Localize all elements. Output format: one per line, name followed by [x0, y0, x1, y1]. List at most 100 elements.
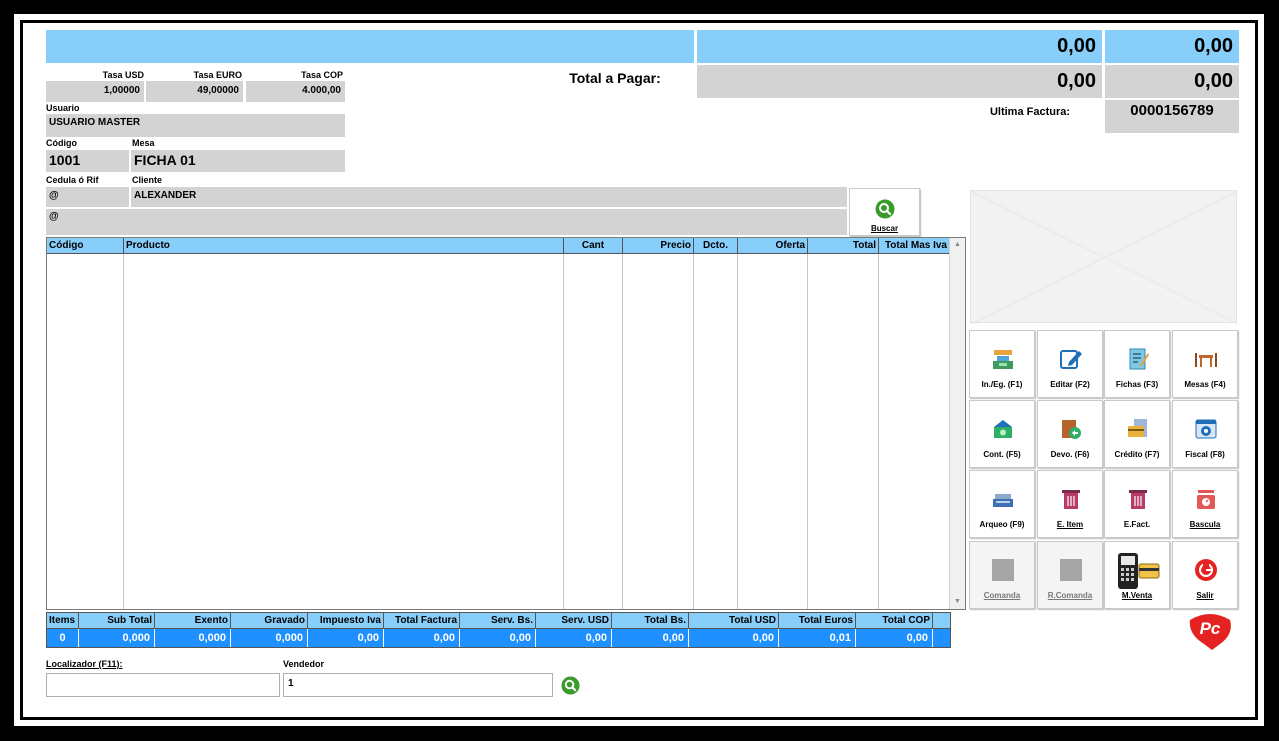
sale-mode-label: M.Venta — [1121, 591, 1153, 600]
cont-button[interactable]: Cont. (F5) — [969, 400, 1035, 468]
rate-cop-value: 4.000,00 — [246, 81, 345, 102]
fiscal-gear-icon — [1195, 419, 1217, 439]
return-button[interactable]: Devo. (F6) — [1037, 400, 1103, 468]
summary-invoice-total-value: 0,00 — [384, 629, 460, 647]
exit-icon — [1195, 559, 1217, 581]
table-label: Mesa — [132, 138, 155, 148]
client-name-field[interactable]: ALEXANDER — [131, 187, 847, 207]
summary-total-usd-value: 0,00 — [689, 629, 779, 647]
scale-button[interactable]: Bascula — [1172, 470, 1238, 538]
rate-usd-value: 1,00000 — [46, 81, 144, 102]
image-placeholder-icon — [971, 191, 1238, 324]
col-discount[interactable]: Dcto. — [694, 238, 738, 254]
cash-register-icon — [993, 350, 1013, 369]
reprint-order-button[interactable]: R.Comanda — [1037, 541, 1103, 609]
money-icon — [994, 420, 1012, 438]
tables-label: Mesas (F4) — [1184, 380, 1226, 389]
summary-subtotal-value: 0,000 — [79, 629, 155, 647]
product-grid-header: Código Producto Cant Precio Dcto. Oferta… — [47, 238, 950, 254]
order-button[interactable]: Comanda — [969, 541, 1035, 609]
scale-label: Bascula — [1189, 520, 1221, 529]
col-total-iva[interactable]: Total Mas Iva — [879, 238, 950, 254]
search-client-button[interactable]: Buscar — [849, 188, 920, 236]
scroll-down-arrow[interactable]: ▼ — [950, 595, 965, 609]
summary-bar: Items Sub Total Exento Gravado Impuesto … — [46, 612, 951, 648]
cash-in-out-button[interactable]: In./Eg. (F1) — [969, 330, 1035, 398]
pos-terminal-icon — [1118, 553, 1160, 589]
clipboard-icon — [1129, 348, 1149, 370]
return-label: Devo. (F6) — [1050, 450, 1090, 459]
rate-euro-label: Tasa EURO — [193, 70, 242, 80]
fiscal-button[interactable]: Fiscal (F8) — [1172, 400, 1238, 468]
trash-item-icon — [1062, 490, 1080, 509]
seller-label: Vendedor — [283, 659, 325, 669]
summary-subtotal-header: Sub Total — [79, 613, 155, 629]
trash-invoice-icon — [1129, 490, 1147, 509]
exit-button[interactable]: Salir — [1172, 541, 1238, 609]
product-grid[interactable]: Código Producto Cant Precio Dcto. Oferta… — [46, 237, 966, 610]
cash-count-button[interactable]: Arqueo (F9) — [969, 470, 1035, 538]
col-offer[interactable]: Oferta — [738, 238, 808, 254]
client-address-field[interactable]: @ — [46, 209, 847, 235]
seller-input[interactable]: 1 — [283, 673, 553, 697]
summary-serv-bs-header: Serv. Bs. — [460, 613, 536, 629]
col-total[interactable]: Total — [808, 238, 879, 254]
code-field[interactable]: 1001 — [46, 150, 129, 172]
exit-label: Salir — [1196, 591, 1214, 600]
tables-button[interactable]: Mesas (F4) — [1172, 330, 1238, 398]
last-invoice-label: Ultima Factura: — [989, 106, 1071, 118]
edit-button[interactable]: Editar (F2) — [1037, 330, 1103, 398]
col-code[interactable]: Código — [47, 238, 124, 254]
cash-count-label: Arqueo (F9) — [979, 520, 1025, 529]
order-label: Comanda — [983, 591, 1021, 600]
summary-taxed-value: 0,000 — [231, 629, 308, 647]
search-icon — [875, 199, 895, 219]
client-name-label: Cliente — [132, 175, 163, 185]
delete-invoice-button[interactable]: E.Fact. — [1104, 470, 1170, 538]
col-qty[interactable]: Cant — [564, 238, 623, 254]
rate-usd-label: Tasa USD — [102, 70, 144, 80]
summary-total-euros-value: 0,01 — [779, 629, 856, 647]
col-product[interactable]: Producto — [124, 238, 564, 254]
cash-in-out-label: In./Eg. (F1) — [981, 380, 1023, 389]
summary-items-header: Items — [47, 613, 79, 629]
locator-input[interactable] — [46, 673, 280, 697]
register-count-icon — [993, 494, 1013, 507]
rate-cop-label: Tasa COP — [301, 70, 343, 80]
summary-total-usd-header: Total USD — [689, 613, 779, 629]
fiscal-label: Fiscal (F8) — [1185, 450, 1225, 459]
edit-icon — [1060, 350, 1082, 369]
delete-item-button[interactable]: E. Item — [1037, 470, 1103, 538]
reprint-order-label: R.Comanda — [1047, 591, 1093, 600]
user-label: Usuario — [46, 103, 80, 113]
pc-logo: Pc — [1186, 612, 1234, 650]
tickets-button[interactable]: Fichas (F3) — [1104, 330, 1170, 398]
summary-iva-header: Impuesto Iva — [308, 613, 384, 629]
summary-iva-value: 0,00 — [308, 629, 384, 647]
delete-item-label: E. Item — [1056, 520, 1084, 529]
header-band — [46, 30, 694, 63]
seller-search-icon[interactable] — [561, 676, 580, 695]
summary-total-cop-value: 0,00 — [856, 629, 933, 647]
grid-vertical-scrollbar[interactable]: ▲ ▼ — [949, 238, 965, 609]
summary-serv-usd-header: Serv. USD — [536, 613, 612, 629]
summary-total-bs-value: 0,00 — [612, 629, 689, 647]
rate-euro-value: 49,00000 — [146, 81, 243, 102]
top-bs-total: 0,00 — [1105, 30, 1239, 63]
client-id-field[interactable]: @ — [46, 187, 129, 207]
table-field[interactable]: FICHA 01 — [131, 150, 345, 172]
code-label: Código — [46, 138, 77, 148]
placeholder-icon — [1060, 559, 1082, 581]
delete-invoice-label: E.Fact. — [1123, 520, 1151, 529]
col-price[interactable]: Precio — [623, 238, 694, 254]
summary-invoice-total-header: Total Factura — [384, 613, 460, 629]
scale-icon — [1197, 490, 1215, 509]
sale-mode-button[interactable]: M.Venta — [1104, 541, 1170, 609]
scroll-up-arrow[interactable]: ▲ — [950, 238, 965, 252]
summary-serv-bs-value: 0,00 — [460, 629, 536, 647]
search-client-label: Buscar — [870, 224, 899, 233]
cont-label: Cont. (F5) — [983, 450, 1021, 459]
credit-button[interactable]: Crédito (F7) — [1104, 400, 1170, 468]
summary-total-cop-header: Total COP — [856, 613, 933, 629]
user-field: USUARIO MASTER — [46, 114, 345, 137]
